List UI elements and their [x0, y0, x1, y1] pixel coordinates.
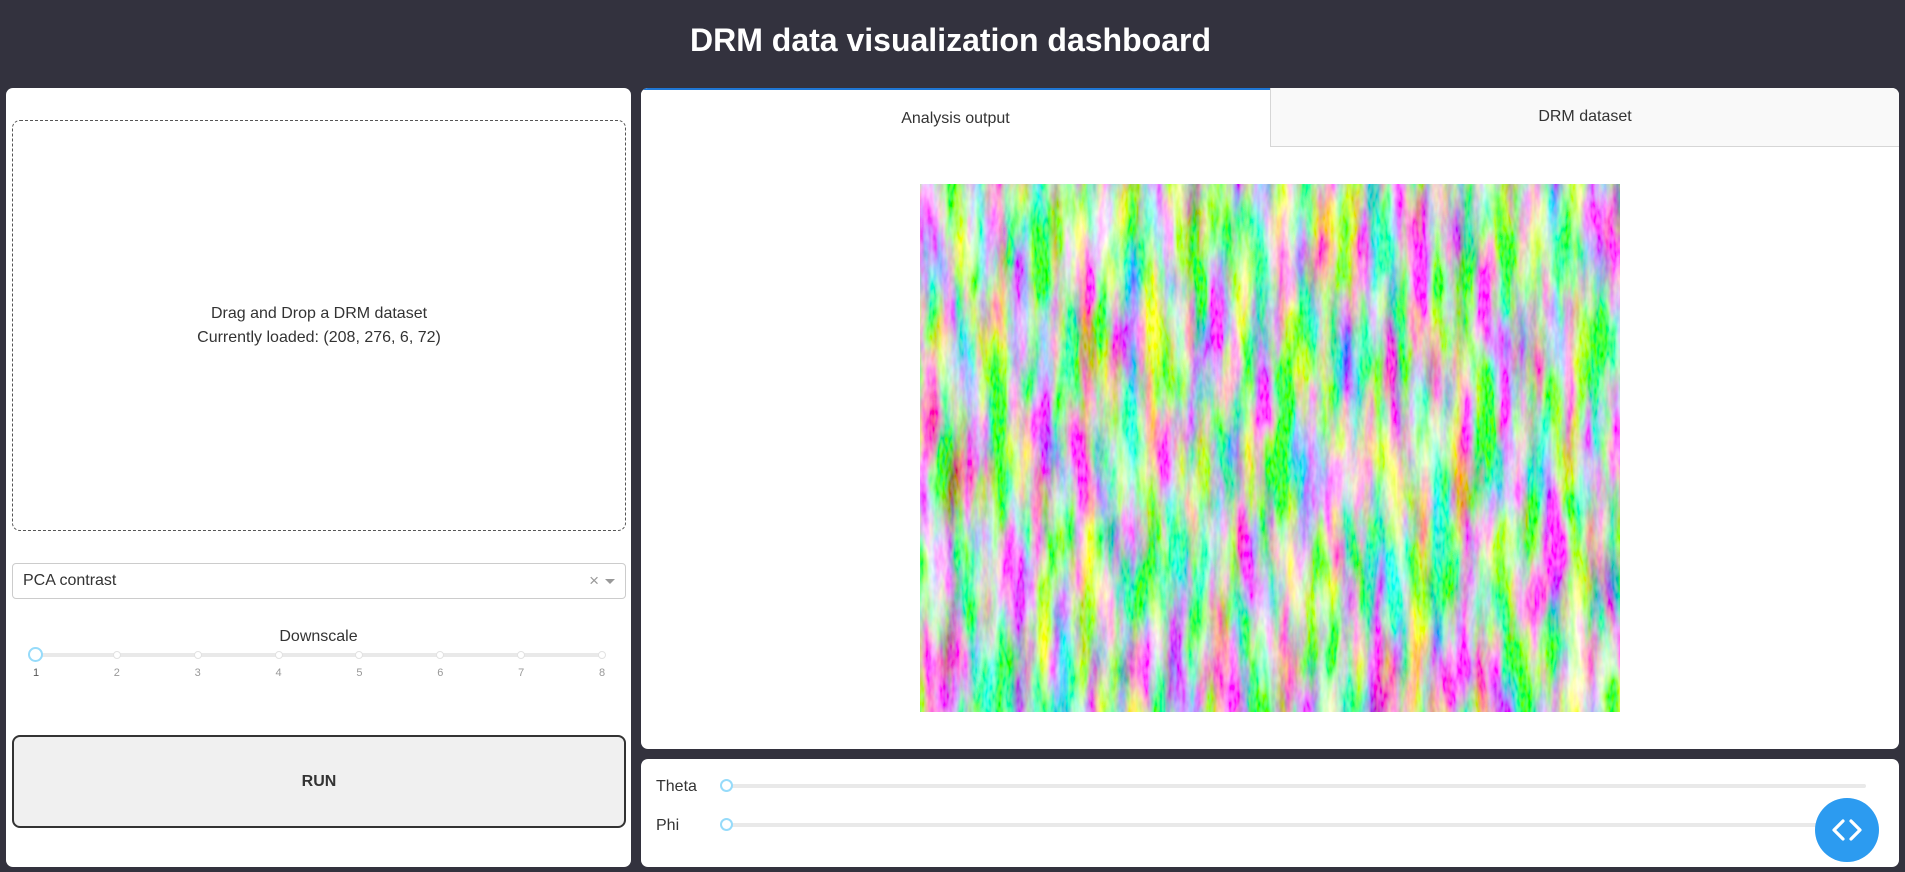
- downscale-slider-dot[interactable]: [436, 651, 445, 659]
- theta-label: Theta: [656, 778, 697, 795]
- downscale-mark-label[interactable]: 7: [511, 667, 531, 679]
- theta-slider-handle[interactable]: [719, 779, 733, 792]
- downscale-slider-dot[interactable]: [517, 651, 526, 659]
- theta-slider-rail[interactable]: [726, 784, 1866, 788]
- upload-instruction: Drag and Drop a DRM dataset: [210, 304, 428, 322]
- downscale-mark-label[interactable]: 4: [269, 667, 289, 679]
- phi-label: Phi: [656, 817, 680, 834]
- code-brackets-icon: [1832, 819, 1862, 841]
- page-title: DRM data visualization dashboard: [690, 21, 1211, 58]
- downscale-mark-label[interactable]: 2: [107, 667, 127, 679]
- downscale-slider-dot[interactable]: [193, 651, 202, 659]
- downscale-mark-label[interactable]: 8: [592, 667, 612, 679]
- control-panel: Drag and Drop a DRM dataset Currently lo…: [6, 88, 631, 867]
- phi-slider-handle[interactable]: [719, 818, 733, 831]
- output-panel: Analysis output DRM dataset: [641, 88, 1899, 749]
- angle-controls-panel: Theta Phi: [641, 759, 1899, 867]
- downscale-mark-label[interactable]: 6: [430, 667, 450, 679]
- chevron-down-icon[interactable]: [605, 579, 615, 584]
- phi-slider-rail[interactable]: [726, 823, 1866, 827]
- debug-toggle-button[interactable]: [1815, 798, 1879, 862]
- pca-contrast-map: [920, 184, 1620, 712]
- downscale-mark-label[interactable]: 3: [188, 667, 208, 679]
- downscale-slider-handle[interactable]: [28, 647, 43, 662]
- app-header: DRM data visualization dashboard: [0, 0, 1905, 86]
- downscale-slider-dot[interactable]: [598, 651, 606, 659]
- analysis-output-image: [920, 184, 1620, 712]
- downscale-slider-dot[interactable]: [274, 651, 283, 659]
- loaded-dataset-shape: Currently loaded: (208, 276, 6, 72): [197, 328, 441, 346]
- clear-icon[interactable]: ×: [589, 572, 599, 590]
- downscale-mark-label[interactable]: 5: [349, 667, 369, 679]
- downscale-mark-label[interactable]: 1: [26, 667, 46, 679]
- selected-method: PCA contrast: [23, 572, 117, 589]
- downscale-label: Downscale: [279, 628, 358, 645]
- run-button[interactable]: RUN: [12, 735, 626, 828]
- downscale-slider-dot[interactable]: [112, 651, 121, 659]
- tab-drm-dataset[interactable]: DRM dataset: [1270, 88, 1899, 147]
- analysis-method-dropdown[interactable]: PCA contrast ×: [12, 563, 626, 599]
- downscale-slider-dot[interactable]: [355, 651, 364, 659]
- dataset-upload-dropzone[interactable]: Drag and Drop a DRM dataset Currently lo…: [12, 120, 626, 531]
- tab-analysis-output[interactable]: Analysis output: [641, 88, 1270, 147]
